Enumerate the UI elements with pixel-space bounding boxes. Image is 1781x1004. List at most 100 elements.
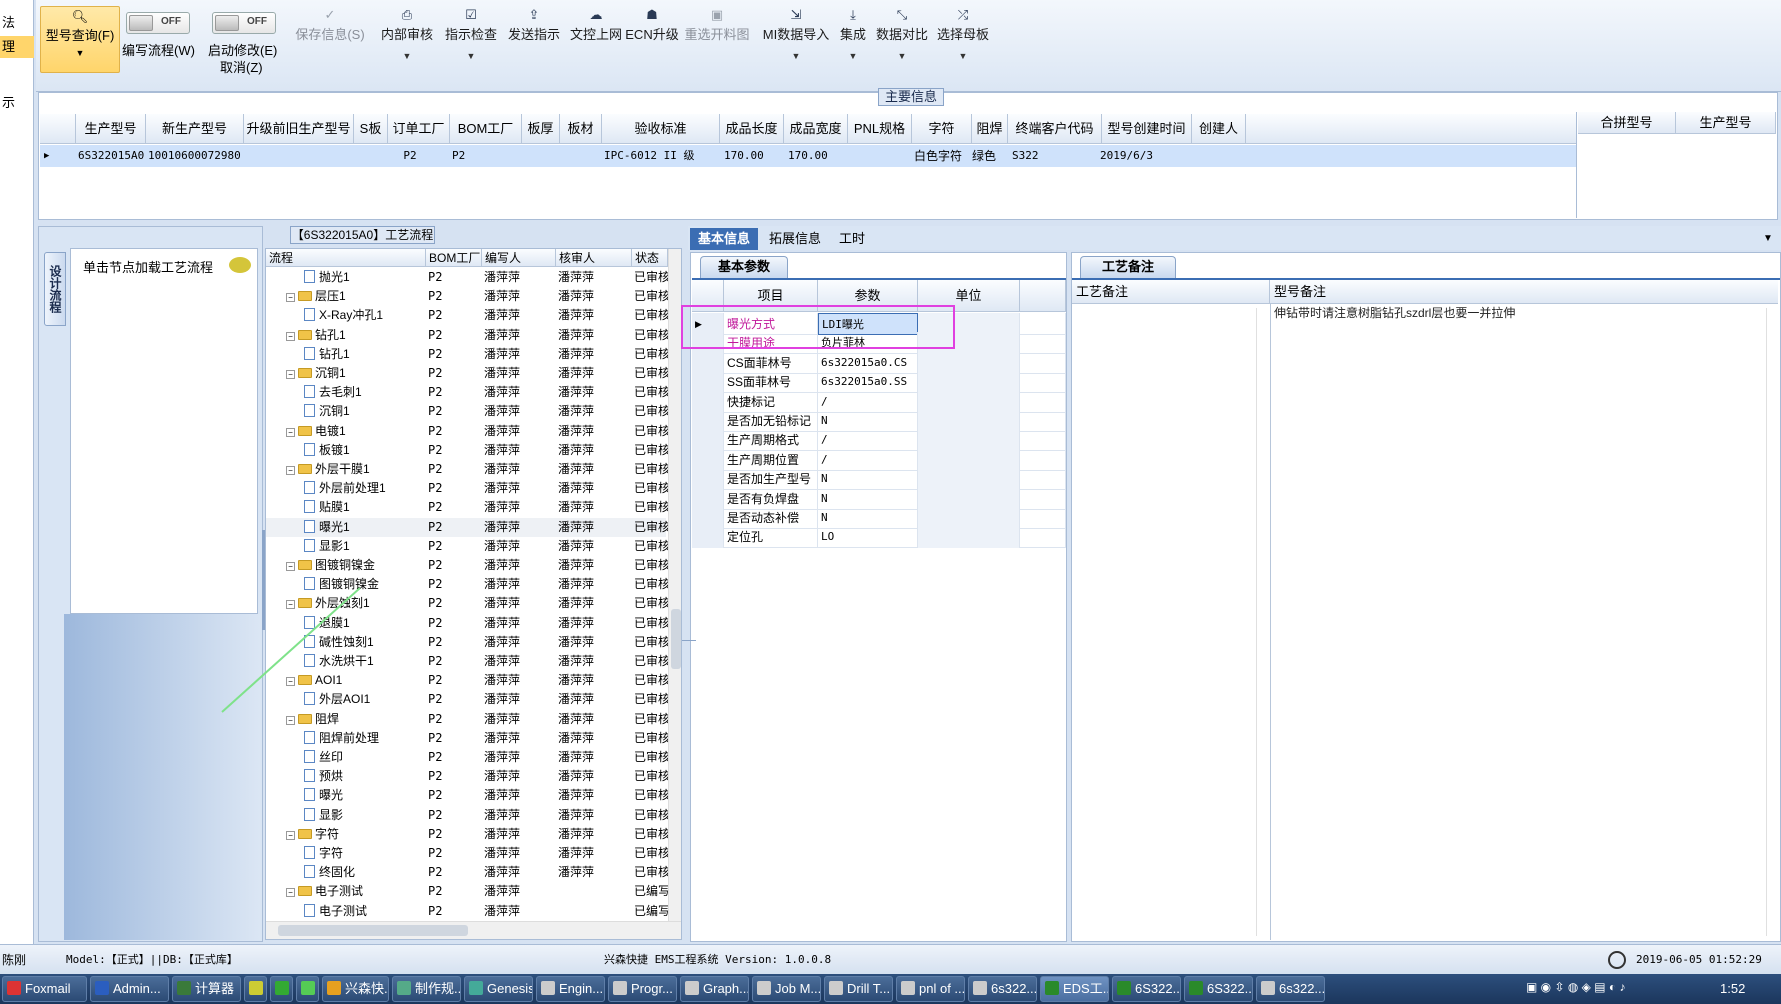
column-header[interactable]: 创建人: [1192, 114, 1246, 144]
param-row[interactable]: 定位孔 LO: [692, 526, 1066, 549]
tree-row[interactable]: 去毛刺1 P2 潘萍萍 潘萍萍 已审核: [266, 383, 668, 402]
column-header[interactable]: 型号创建时间: [1102, 114, 1192, 144]
tray-icons[interactable]: ▣ ◉ ⇳ ◍ ◈ ▤ ◐ ♪: [1526, 980, 1696, 998]
side-tab-design-flow[interactable]: 设计流程: [44, 252, 66, 326]
column-header[interactable]: 生产型号: [76, 114, 146, 144]
chevron-down-icon[interactable]: ▼: [1758, 228, 1778, 250]
tab-work-hours[interactable]: 工时: [830, 228, 874, 250]
taskbar-item[interactable]: Genesis: [464, 976, 533, 1002]
tree-row[interactable]: 抛光1 P2 潘萍萍 潘萍萍 已审核: [266, 268, 668, 287]
tree-row[interactable]: 字符 P2 潘萍萍 潘萍萍 已审核: [266, 844, 668, 863]
column-header[interactable]: BOM工厂: [450, 114, 522, 144]
column-header[interactable]: 合拼型号: [1578, 112, 1676, 134]
collapse-toggle-icon[interactable]: −: [286, 293, 295, 303]
cancel-edit-label[interactable]: 取消(Z): [220, 57, 263, 76]
reselect-cutting-chart-button[interactable]: ▣ 重选开料图: [680, 6, 754, 43]
internal-review-button[interactable]: ⎙ 内部审核 ▼: [372, 6, 442, 61]
taskbar-item[interactable]: Progr...: [608, 976, 677, 1002]
taskbar-item[interactable]: 兴森快...: [322, 976, 389, 1002]
tree-row[interactable]: − 图镀铜镍金 P2 潘萍萍 潘萍萍 已审核: [266, 556, 668, 575]
taskbar-item[interactable]: Foxmail: [2, 976, 87, 1002]
select-motherboard-button[interactable]: ⤮ 选择母板 ▼: [926, 6, 1000, 61]
tree-row[interactable]: − 电镀1 P2 潘萍萍 潘萍萍 已审核: [266, 422, 668, 441]
save-info-button[interactable]: ✓ 保存信息(S): [292, 6, 368, 43]
model-query-button[interactable]: 🔍︎ 型号查询(F) ▼: [40, 6, 120, 73]
tree-row[interactable]: − 外层干膜1 P2 潘萍萍 潘萍萍 已审核: [266, 460, 668, 479]
column-header[interactable]: 升级前旧生产型号: [244, 114, 354, 144]
scrollbar-thumb[interactable]: [671, 609, 681, 669]
column-header[interactable]: 型号备注: [1270, 280, 1778, 304]
column-header[interactable]: 新生产型号: [146, 114, 244, 144]
write-flow-toggle[interactable]: OFF: [126, 12, 190, 34]
column-header[interactable]: 状态: [632, 249, 668, 267]
taskbar-item[interactable]: Graph...: [680, 976, 749, 1002]
tree-row[interactable]: − 层压1 P2 潘萍萍 潘萍萍 已审核: [266, 287, 668, 306]
vertical-scrollbar[interactable]: [1256, 308, 1268, 936]
taskbar-item[interactable]: [244, 976, 267, 1002]
column-header[interactable]: 阻焊: [972, 114, 1008, 144]
tab-basic-info[interactable]: 基本信息: [690, 228, 758, 250]
taskbar-item[interactable]: 6S322...: [1112, 976, 1181, 1002]
taskbar-item[interactable]: 6s322...: [968, 976, 1037, 1002]
tree-row[interactable]: 外层前处理1 P2 潘萍萍 潘萍萍 已审核: [266, 479, 668, 498]
tab-extended-info[interactable]: 拓展信息: [762, 228, 828, 250]
subtab-basic-params[interactable]: 基本参数: [700, 256, 788, 278]
horizontal-scrollbar[interactable]: [266, 921, 681, 939]
tree-row[interactable]: 沉铜1 P2 潘萍萍 潘萍萍 已审核: [266, 402, 668, 421]
taskbar-item[interactable]: Engin...: [536, 976, 605, 1002]
taskbar-item[interactable]: 计算器: [172, 976, 241, 1002]
collapse-toggle-icon[interactable]: −: [286, 830, 295, 840]
scrollbar-thumb[interactable]: [278, 925, 468, 936]
tree-row[interactable]: − 沉铜1 P2 潘萍萍 潘萍萍 已审核: [266, 364, 668, 383]
taskbar-item[interactable]: EDS工...: [1040, 976, 1109, 1002]
taskbar-item[interactable]: [296, 976, 319, 1002]
column-header[interactable]: PNL规格: [848, 114, 912, 144]
collapse-toggle-icon[interactable]: −: [286, 370, 295, 379]
vertical-scrollbar[interactable]: [1766, 308, 1778, 936]
left-nav-item[interactable]: 法: [0, 12, 34, 34]
column-header[interactable]: BOM工厂: [426, 249, 482, 267]
column-header[interactable]: 流程: [266, 249, 426, 267]
column-header[interactable]: 板厚: [522, 114, 560, 144]
param-value[interactable]: LO: [818, 526, 918, 549]
ecn-upgrade-button[interactable]: ☗ ECN升级: [620, 6, 684, 43]
tree-row[interactable]: − 电子测试 P2 潘萍萍 已编写: [266, 882, 668, 901]
send-instruction-button[interactable]: ⇪ 发送指示: [499, 6, 569, 43]
collapse-toggle-icon[interactable]: −: [286, 427, 295, 437]
mi-data-import-button[interactable]: ⇲ MI数据导入 ▼: [754, 6, 838, 61]
tree-row[interactable]: 预烘 P2 潘萍萍 潘萍萍 已审核: [266, 767, 668, 786]
taskbar-item[interactable]: 6S322...: [1184, 976, 1253, 1002]
tree-row[interactable]: 电子测试 P2 潘萍萍 已编写: [266, 902, 668, 921]
tree-row[interactable]: 板镀1 P2 潘萍萍 潘萍萍 已审核: [266, 441, 668, 460]
column-header[interactable]: S板: [354, 114, 388, 144]
taskbar-item[interactable]: 制作规...: [392, 976, 461, 1002]
tree-row[interactable]: X-Ray冲孔1 P2 潘萍萍 潘萍萍 已审核: [266, 306, 668, 325]
tree-row[interactable]: 钻孔1 P2 潘萍萍 潘萍萍 已审核: [266, 345, 668, 364]
model-remark-text[interactable]: 伸钻带时请注意树脂钻孔szdrl层也要一并拉伸: [1274, 304, 1754, 322]
left-nav-item[interactable]: 示: [0, 92, 34, 114]
taskbar-item[interactable]: [270, 976, 293, 1002]
column-header[interactable]: 核审人: [556, 249, 632, 267]
tree-row[interactable]: − 字符 P2 潘萍萍 潘萍萍 已审核: [266, 825, 668, 844]
taskbar-item[interactable]: 6s322...: [1256, 976, 1325, 1002]
column-header[interactable]: 板材: [560, 114, 602, 144]
tree-row[interactable]: − 钻孔1 P2 潘萍萍 潘萍萍 已审核: [266, 326, 668, 345]
column-header[interactable]: 成品宽度: [784, 114, 848, 144]
taskbar-item[interactable]: pnl of ...: [896, 976, 965, 1002]
tree-row[interactable]: 曝光 P2 潘萍萍 潘萍萍 已审核: [266, 786, 668, 805]
subtab-process-remarks[interactable]: 工艺备注: [1080, 256, 1176, 278]
column-header[interactable]: 验收标准: [602, 114, 720, 144]
left-nav-item-selected[interactable]: 理: [0, 36, 34, 58]
taskbar-item[interactable]: Drill T...: [824, 976, 893, 1002]
collapse-toggle-icon[interactable]: −: [286, 562, 295, 571]
vertical-scrollbar[interactable]: [668, 249, 681, 921]
data-compare-button[interactable]: ⤡ 数据对比 ▼: [870, 6, 934, 61]
column-header[interactable]: 订单工厂: [388, 114, 450, 144]
instruction-check-button[interactable]: ☑ 指示检查 ▼: [436, 6, 506, 61]
column-header[interactable]: 生产型号: [1676, 112, 1776, 134]
column-header[interactable]: 字符: [912, 114, 972, 144]
tree-row[interactable]: 贴膜1 P2 潘萍萍 潘萍萍 已审核: [266, 498, 668, 517]
tree-row[interactable]: 丝印 P2 潘萍萍 潘萍萍 已审核: [266, 748, 668, 767]
tree-row[interactable]: 阻焊前处理 P2 潘萍萍 潘萍萍 已审核: [266, 729, 668, 748]
collapse-toggle-icon[interactable]: −: [286, 331, 295, 341]
